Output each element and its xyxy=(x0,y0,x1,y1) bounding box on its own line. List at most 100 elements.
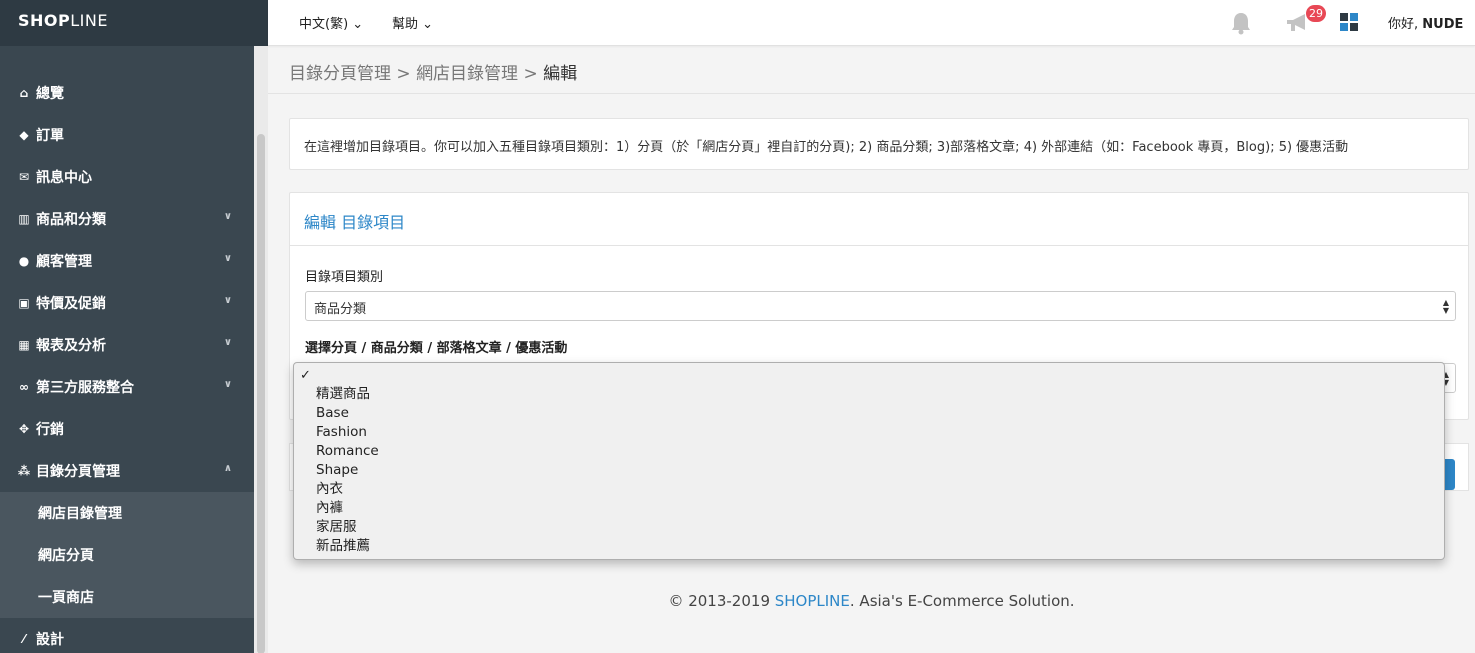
sidebar-subitem-label: 網店分頁 xyxy=(38,548,94,564)
sidebar-scroll-thumb[interactable] xyxy=(257,134,265,653)
sidebar-nav: ⌂ 總覽 ◆ 訂單 ✉ 訊息中心 ▥ 商品和分類 ∨ ● 顧客管理 ∨ ▣ 特價… xyxy=(0,72,254,653)
link-icon: ∞ xyxy=(19,380,29,394)
sidebar-item-design[interactable]: ⁄ 設計 xyxy=(0,618,254,653)
sidebar-item-label: 訂單 xyxy=(36,128,64,144)
option-label: Shape xyxy=(316,462,359,478)
footer-tagline: . Asia's E-Commerce Solution. xyxy=(849,592,1075,610)
option-label: 家居服 xyxy=(316,519,357,535)
dropdown-option[interactable]: 內褲 xyxy=(294,499,1444,518)
breadcrumb-current: 編輯 xyxy=(543,64,578,84)
sidebar-scrollbar[interactable] xyxy=(254,46,268,653)
target-select-dropdown[interactable]: ✓ 精選商品 Base Fashion Romance Shape 內衣 內褲 … xyxy=(293,362,1445,560)
sidebar-item-label: 報表及分析 xyxy=(36,338,106,354)
chevron-down-icon: ∨ xyxy=(223,253,232,264)
sidebar-item-label: 目錄分頁管理 xyxy=(36,464,120,480)
magic-wand-icon: ⁄ xyxy=(22,632,25,646)
chevron-down-icon: ⌄ xyxy=(352,17,364,32)
sidebar-item-label: 總覽 xyxy=(36,86,64,102)
breadcrumb-menu[interactable]: 網店目錄管理 xyxy=(416,64,518,84)
sidebar-item-orders[interactable]: ◆ 訂單 xyxy=(0,114,254,156)
option-label: Romance xyxy=(316,443,379,459)
breadcrumb: 目錄分頁管理 > 網店目錄管理 > 編輯 xyxy=(289,59,577,84)
option-label: 精選商品 xyxy=(316,386,370,402)
username: NUDE xyxy=(1422,17,1464,32)
target-label: 選擇分頁 / 商品分類 / 部落格文章 / 優惠活動 xyxy=(305,341,568,356)
option-label: 內衣 xyxy=(316,481,343,497)
apps-grid-icon[interactable] xyxy=(1340,13,1358,31)
sidebar-item-label: 訊息中心 xyxy=(36,170,92,186)
tag-icon: ◆ xyxy=(19,128,29,142)
select-arrows-icon: ▲ ▼ xyxy=(1442,298,1449,315)
envelope-icon: ✉ xyxy=(18,170,30,184)
sidebar-item-label: 特價及促銷 xyxy=(36,296,106,312)
dropdown-option[interactable]: 精選商品 xyxy=(294,385,1444,404)
sidebar-item-marketing[interactable]: ✥ 行銷 xyxy=(0,408,254,450)
arrows-icon: ✥ xyxy=(18,422,30,436)
breadcrumb-separator: > xyxy=(523,64,538,84)
bar-chart-icon: ▦ xyxy=(18,338,30,352)
notification-badge: 29 xyxy=(1306,5,1326,22)
sidebar-subitem-pages[interactable]: 網店分頁 xyxy=(0,534,254,576)
sidebar-item-customers[interactable]: ● 顧客管理 ∨ xyxy=(0,240,254,282)
sidebar-item-overview[interactable]: ⌂ 總覽 xyxy=(0,72,254,114)
shopline-logo[interactable]: SHOPLINE xyxy=(0,0,268,46)
dropdown-option[interactable]: ✓ xyxy=(294,366,1444,385)
help-label: 幫助 xyxy=(392,17,419,32)
sidebar-item-promotions[interactable]: ▣ 特價及促銷 ∨ xyxy=(0,282,254,324)
users-icon: ● xyxy=(18,254,30,268)
home-icon: ⌂ xyxy=(19,86,29,100)
sidebar-item-label: 第三方服務整合 xyxy=(36,380,134,396)
sidebar-subitem-menu[interactable]: 網店目錄管理 xyxy=(0,492,254,534)
logo-text-bold: SHOP xyxy=(18,11,71,30)
dropdown-option[interactable]: Romance xyxy=(294,442,1444,461)
sidebar-item-reports[interactable]: ▦ 報表及分析 ∨ xyxy=(0,324,254,366)
top-bar: 中文(繁) ⌄ 幫助 ⌄ 29 你好, NUDE xyxy=(268,0,1475,46)
dropdown-option[interactable]: Shape xyxy=(294,461,1444,480)
breadcrumb-catalog[interactable]: 目錄分頁管理 xyxy=(289,64,391,84)
sidebar-item-label: 顧客管理 xyxy=(36,254,92,270)
info-box: 在這裡增加目錄項目。你可以加入五種目錄項目類別：1）分頁（於「網店分頁」裡自訂的… xyxy=(289,118,1469,170)
chevron-down-icon: ∨ xyxy=(223,295,232,306)
bell-icon[interactable] xyxy=(1230,11,1252,35)
language-selector[interactable]: 中文(繁) ⌄ xyxy=(299,13,363,32)
dropdown-option[interactable]: 家居服 xyxy=(294,518,1444,537)
divider xyxy=(268,93,1475,94)
sidebar-item-integrations[interactable]: ∞ 第三方服務整合 ∨ xyxy=(0,366,254,408)
sidebar: SHOPLINE ⌂ 總覽 ◆ 訂單 ✉ 訊息中心 ▥ 商品和分類 ∨ ● 顧客… xyxy=(0,0,268,653)
option-label: 新品推薦 xyxy=(316,538,370,554)
chevron-down-icon: ∨ xyxy=(223,211,232,222)
option-label: Base xyxy=(316,405,349,421)
sidebar-item-catalog[interactable]: ⁂ 目錄分頁管理 ∧ xyxy=(0,450,254,492)
user-greeting[interactable]: 你好, NUDE xyxy=(1388,13,1463,32)
sidebar-item-label: 行銷 xyxy=(36,422,64,438)
money-icon: ▣ xyxy=(18,296,30,310)
barcode-icon: ▥ xyxy=(18,212,30,226)
chevron-down-icon: ⌄ xyxy=(422,17,434,32)
language-label: 中文(繁) xyxy=(299,17,349,32)
footer-copyright: © 2013-2019 xyxy=(668,592,775,610)
sidebar-item-label: 商品和分類 xyxy=(36,212,106,228)
sitemap-icon: ⁂ xyxy=(17,464,31,478)
panel-title: 編輯 目錄項目 xyxy=(290,193,1468,246)
type-select-value: 商品分類 xyxy=(314,302,367,317)
type-label: 目錄項目類別 xyxy=(305,270,384,285)
sidebar-item-messages[interactable]: ✉ 訊息中心 xyxy=(0,156,254,198)
option-label: 內褲 xyxy=(316,500,343,516)
option-label: Fashion xyxy=(316,424,367,440)
checkmark-icon: ✓ xyxy=(300,368,311,383)
greeting-text: 你好, xyxy=(1388,17,1419,32)
footer-shopline-link[interactable]: SHOPLINE xyxy=(775,592,850,610)
dropdown-option[interactable]: 新品推薦 xyxy=(294,537,1444,556)
sidebar-subitem-label: 網店目錄管理 xyxy=(38,506,122,522)
dropdown-option[interactable]: Fashion xyxy=(294,423,1444,442)
footer: © 2013-2019 SHOPLINE. Asia's E-Commerce … xyxy=(0,592,1475,610)
sidebar-item-products[interactable]: ▥ 商品和分類 ∨ xyxy=(0,198,254,240)
chevron-down-icon: ∨ xyxy=(223,379,232,390)
dropdown-option[interactable]: Base xyxy=(294,404,1444,423)
dropdown-option[interactable]: 內衣 xyxy=(294,480,1444,499)
breadcrumb-separator: > xyxy=(396,64,411,84)
help-menu[interactable]: 幫助 ⌄ xyxy=(392,13,433,32)
type-select[interactable]: 商品分類 ▲ ▼ xyxy=(305,291,1456,321)
sidebar-item-label: 設計 xyxy=(36,632,64,648)
logo-text-thin: LINE xyxy=(70,11,108,30)
